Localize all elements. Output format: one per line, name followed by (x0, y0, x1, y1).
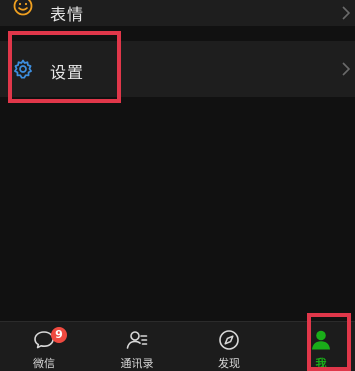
tab-discover[interactable]: 发现 (199, 322, 259, 371)
compass-icon (219, 330, 239, 350)
bottom-tab-bar: 9 微信 通讯录 发现 我 (0, 321, 355, 371)
tab-chats[interactable]: 9 微信 (14, 322, 74, 371)
tab-discover-label: 发现 (218, 357, 240, 370)
me-page: 表情 设置 9 微信 通讯录 发现 我 (0, 0, 355, 371)
unread-badge: 9 (51, 327, 67, 343)
smiley-face-icon (13, 0, 33, 16)
highlight-box-settings (8, 31, 121, 103)
chevron-right-icon (342, 6, 351, 20)
tab-contacts[interactable]: 通讯录 (107, 322, 167, 371)
chevron-right-icon (342, 62, 351, 76)
highlight-box-me-tab (307, 313, 351, 371)
tab-contacts-label: 通讯录 (120, 357, 154, 370)
menu-row-emoji[interactable]: 表情 (0, 0, 355, 26)
menu-row-emoji-label: 表情 (50, 5, 85, 24)
contacts-icon (126, 331, 148, 349)
tab-chats-label: 微信 (33, 357, 55, 370)
